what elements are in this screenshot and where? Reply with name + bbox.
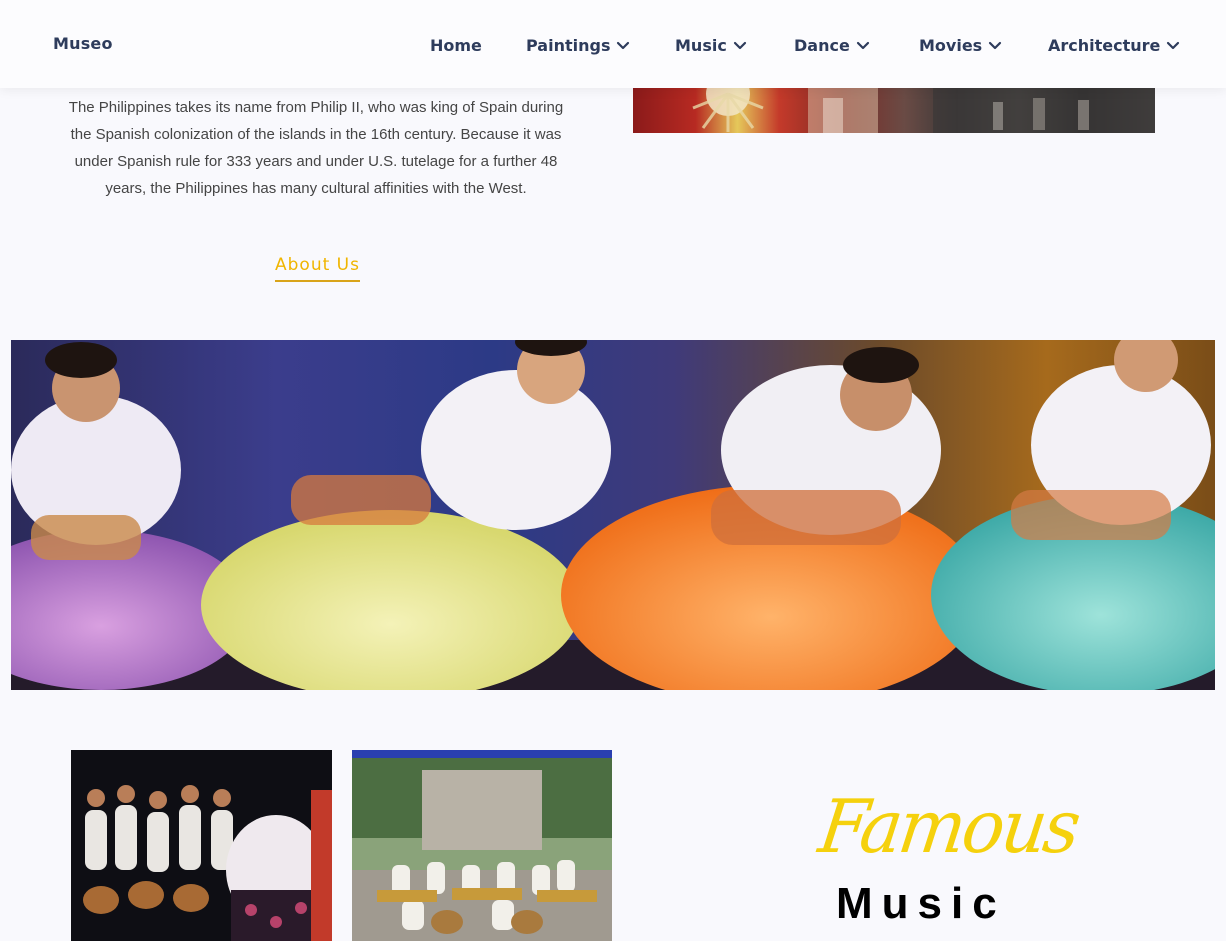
nav-item-label: Dance bbox=[794, 35, 850, 55]
chevron-down-icon bbox=[733, 41, 746, 50]
rondalla-photo bbox=[71, 750, 332, 941]
about-us-link[interactable]: About Us bbox=[275, 255, 360, 282]
rondalla-performers-image bbox=[71, 750, 332, 941]
nav-item-dance[interactable]: Dance bbox=[794, 34, 870, 56]
paintings-collage-image bbox=[633, 88, 1155, 133]
nav-item-music[interactable]: Music bbox=[675, 34, 747, 56]
nav-item-architecture[interactable]: Architecture bbox=[1048, 34, 1180, 56]
nav-item-label: Architecture bbox=[1048, 35, 1161, 55]
nav-item-home[interactable]: Home bbox=[430, 34, 482, 56]
chevron-down-icon bbox=[989, 41, 1002, 50]
chevron-down-icon bbox=[1167, 41, 1180, 50]
nav-item-movies[interactable]: Movies bbox=[919, 34, 1002, 56]
music-heading: Music bbox=[836, 879, 1006, 928]
intro-paragraph: The Philippines takes its name from Phil… bbox=[68, 99, 564, 197]
nav-item-paintings[interactable]: Paintings bbox=[526, 34, 630, 56]
nav-item-label: Home bbox=[430, 35, 482, 55]
nav-item-label: Paintings bbox=[526, 35, 611, 55]
dancers-photo bbox=[11, 340, 1215, 690]
chevron-down-icon bbox=[617, 41, 630, 50]
chevron-down-icon bbox=[856, 41, 869, 50]
dance-banner-image bbox=[11, 340, 1215, 690]
nav-item-label: Music bbox=[675, 35, 727, 55]
site-header: Museo Home Paintings Music Dance Movies … bbox=[0, 0, 1226, 88]
collage-artwork bbox=[692, 88, 1155, 133]
site-logo[interactable]: Museo bbox=[53, 34, 113, 53]
gamelan-ensemble-image bbox=[352, 750, 612, 941]
nav-item-label: Movies bbox=[919, 35, 983, 55]
famous-script-heading: Famous bbox=[814, 783, 1083, 871]
gamelan-photo bbox=[352, 750, 612, 941]
